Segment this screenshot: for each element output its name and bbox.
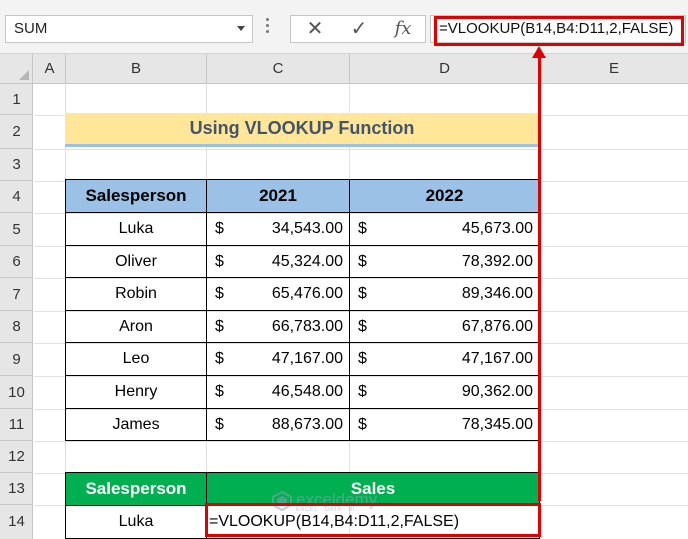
column-header-d[interactable]: D: [350, 54, 540, 83]
row-header-10[interactable]: 10: [0, 376, 33, 409]
amount: 78,345.00: [461, 416, 533, 433]
row-header-2[interactable]: 2: [0, 115, 33, 149]
cell-2022[interactable]: $90,362.00: [349, 375, 540, 409]
cell-2022[interactable]: $78,345.00: [349, 408, 540, 441]
row-header-1[interactable]: 1: [0, 84, 33, 115]
arrow-up-icon: [532, 46, 546, 58]
currency-symbol: $: [358, 318, 367, 335]
formula-highlight-box: [434, 16, 684, 46]
column-header-b[interactable]: B: [66, 54, 207, 83]
cell-2022[interactable]: $45,673.00: [349, 212, 540, 246]
amount: 89,346.00: [461, 285, 533, 302]
cell-2021[interactable]: $65,476.00: [206, 277, 350, 311]
currency-symbol: $: [215, 383, 224, 400]
cell-name[interactable]: Oliver: [65, 245, 207, 278]
cell-2021[interactable]: $88,673.00: [206, 408, 350, 441]
select-all-button[interactable]: [0, 54, 33, 83]
row-header-12[interactable]: 12: [0, 441, 33, 473]
currency-symbol: $: [215, 285, 224, 302]
row-header-6[interactable]: 6: [0, 246, 33, 278]
column-header-e[interactable]: E: [540, 54, 688, 83]
cell-2021[interactable]: $66,783.00: [206, 310, 350, 343]
cell-2021[interactable]: $45,324.00: [206, 245, 350, 278]
amount: 90,362.00: [461, 383, 533, 400]
cell-name[interactable]: Luka: [65, 212, 207, 246]
amount: 65,476.00: [271, 285, 343, 302]
row-header-14[interactable]: 14: [0, 505, 33, 539]
formula-buttons: ✕ ✓ fx: [290, 15, 426, 43]
check-icon[interactable]: ✓: [337, 16, 381, 42]
cell-name[interactable]: James: [65, 408, 207, 441]
annotation-line: [538, 50, 541, 501]
cell-2021[interactable]: $46,548.00: [206, 375, 350, 409]
sheet-title[interactable]: Using VLOOKUP Function: [65, 113, 539, 147]
row-header-5[interactable]: 5: [0, 213, 33, 246]
cell-name[interactable]: Leo: [65, 342, 207, 376]
amount: 34,543.00: [271, 220, 343, 237]
row-header-11[interactable]: 11: [0, 409, 33, 441]
cell-highlight-box: [205, 503, 541, 537]
column-header-a[interactable]: A: [34, 54, 66, 83]
currency-symbol: $: [215, 350, 224, 367]
header-2021[interactable]: 2021: [206, 179, 350, 213]
select-all-icon: [19, 70, 29, 80]
cancel-icon[interactable]: ✕: [293, 16, 337, 42]
cell-name[interactable]: Aron: [65, 310, 207, 343]
amount: 88,673.00: [271, 416, 343, 433]
cell-2022[interactable]: $89,346.00: [349, 277, 540, 311]
currency-symbol: $: [358, 350, 367, 367]
header-salesperson[interactable]: Salesperson: [65, 179, 207, 213]
cell-2022[interactable]: $67,876.00: [349, 310, 540, 343]
chevron-down-icon[interactable]: [237, 26, 245, 31]
amount: 45,673.00: [461, 220, 533, 237]
column-header-bar: A B C D E: [0, 54, 688, 84]
currency-symbol: $: [358, 220, 367, 237]
currency-symbol: $: [358, 416, 367, 433]
column-header-c[interactable]: C: [207, 54, 350, 83]
currency-symbol: $: [358, 383, 367, 400]
row-header-column: 1 2 3 4 5 6 7 8 9 10 11 12 13 14: [0, 84, 33, 539]
currency-symbol: $: [215, 416, 224, 433]
name-box-value: SUM: [14, 20, 48, 37]
lookup-header-salesperson[interactable]: Salesperson: [65, 472, 207, 506]
row-header-13[interactable]: 13: [0, 473, 33, 505]
cell-name[interactable]: Robin: [65, 277, 207, 311]
amount: 66,783.00: [271, 318, 343, 335]
cell-2022[interactable]: $78,392.00: [349, 245, 540, 278]
amount: 46,548.00: [271, 383, 343, 400]
lookup-name-cell[interactable]: Luka: [65, 505, 207, 539]
currency-symbol: $: [215, 253, 224, 270]
currency-symbol: $: [358, 285, 367, 302]
amount: 78,392.00: [461, 253, 533, 270]
cell-name[interactable]: Henry: [65, 375, 207, 409]
row-header-9[interactable]: 9: [0, 343, 33, 376]
amount: 47,167.00: [271, 350, 343, 367]
name-box[interactable]: SUM: [5, 15, 253, 43]
insert-function-icon[interactable]: fx: [381, 16, 425, 42]
cell-2022[interactable]: $47,167.00: [349, 342, 540, 376]
header-2022[interactable]: 2022: [349, 179, 540, 213]
amount: 47,167.00: [461, 350, 533, 367]
row-header-8[interactable]: 8: [0, 311, 33, 343]
amount: 45,324.00: [271, 253, 343, 270]
row-header-7[interactable]: 7: [0, 278, 33, 311]
row-header-3[interactable]: 3: [0, 149, 33, 181]
worksheet-grid[interactable]: Using VLOOKUP Function Salesperson 2021 …: [34, 85, 688, 539]
currency-symbol: $: [215, 220, 224, 237]
cell-2021[interactable]: $47,167.00: [206, 342, 350, 376]
currency-symbol: $: [358, 253, 367, 270]
amount: 67,876.00: [461, 318, 533, 335]
currency-symbol: $: [215, 318, 224, 335]
drag-handle-icon[interactable]: [266, 18, 269, 38]
row-header-4[interactable]: 4: [0, 181, 33, 213]
cell-2021[interactable]: $34,543.00: [206, 212, 350, 246]
